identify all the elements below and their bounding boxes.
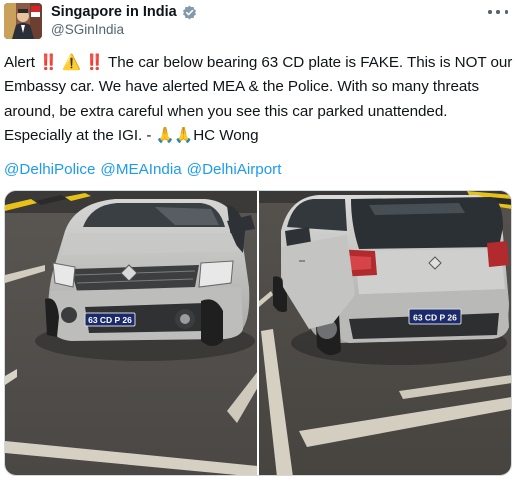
folded-hands-emoji: 🙏🙏 xyxy=(155,127,194,145)
photo-front-view[interactable]: 63 CD P 26 xyxy=(5,191,257,475)
photo-rear-view[interactable]: 63 CD P 26 xyxy=(259,191,511,475)
plate-text-rear: 63 CD P 26 xyxy=(413,313,457,323)
tweet-text-segment: HC Wong xyxy=(193,127,259,145)
handle[interactable]: @SGinIndia xyxy=(51,22,124,37)
double-exclamation-emoji: ‼️ xyxy=(85,54,105,71)
mentions: @DelhiPolice @MEAIndia @DelhiAirport xyxy=(4,159,285,181)
mention-delhi-police[interactable]: @DelhiPolice xyxy=(4,161,95,178)
media-grid: 63 CD P 26 63 CD P 26 xyxy=(4,190,512,476)
avatar[interactable] xyxy=(4,3,42,39)
tweet-text-segment: Alert xyxy=(4,54,40,71)
mention-mea-india[interactable]: @MEAIndia xyxy=(100,161,181,178)
tweet-header: Singapore in India @SGinIndia xyxy=(4,2,514,39)
display-name[interactable]: Singapore in India xyxy=(51,4,177,20)
more-horizontal-icon[interactable] xyxy=(488,4,508,20)
warning-emoji: ⚠️ xyxy=(62,54,82,71)
double-exclamation-emoji: ‼️ xyxy=(39,54,59,71)
verified-badge-icon xyxy=(182,5,197,20)
plate-text-front: 63 CD P 26 xyxy=(88,315,132,325)
tweet-text: Alert ‼️ ⚠️ ‼️ The car below bearing 63 … xyxy=(4,51,516,149)
avatar-image xyxy=(4,3,42,39)
mention-delhi-airport[interactable]: @DelhiAirport xyxy=(187,161,282,178)
